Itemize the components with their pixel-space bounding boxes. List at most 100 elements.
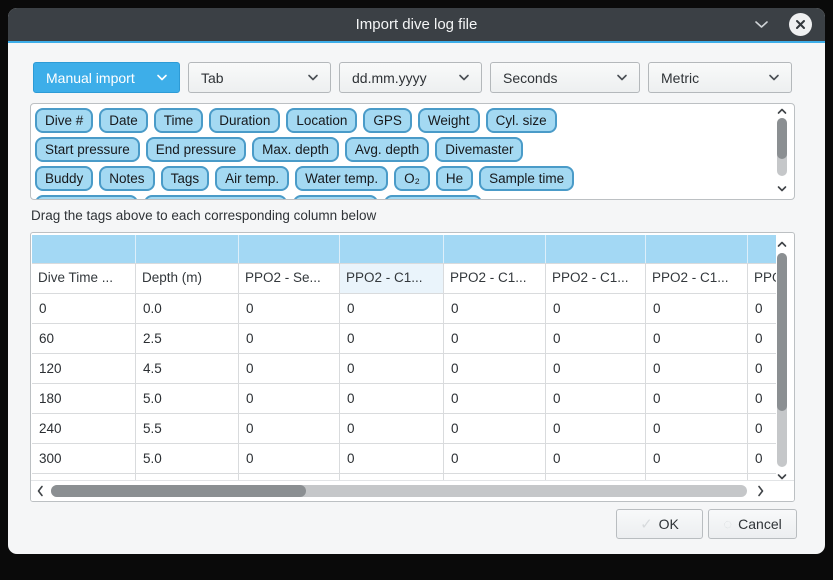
table-cell[interactable]: 0 [340,293,444,323]
combo-tab[interactable]: Tab [188,62,331,93]
table-horizontal-scrollbar[interactable] [31,480,794,501]
column-header[interactable]: Depth (m) [136,264,239,293]
tag-sample-temperature[interactable]: Sample temperature [144,195,286,200]
combo-seconds[interactable]: Seconds [490,62,640,93]
drop-target-cell[interactable] [546,235,646,263]
column-header[interactable]: Dive Time ... [32,264,136,293]
tag-sample-o[interactable]: Sample O₂ [293,195,378,200]
table-cell[interactable]: 0 [32,293,136,323]
table-cell[interactable]: 2.5 [136,323,239,353]
table-cell[interactable]: 5.5 [136,413,239,443]
close-button[interactable] [789,13,812,36]
scrollbar-thumb[interactable] [777,118,787,159]
table-cell[interactable]: 0 [239,443,340,473]
table-cell[interactable]: 0 [748,293,776,323]
column-header[interactable]: PPO2 - Se... [239,264,340,293]
table-cell[interactable]: 0 [646,353,748,383]
table-cell[interactable]: 0 [444,413,546,443]
tag-notes[interactable]: Notes [99,166,154,191]
tag-tags[interactable]: Tags [161,166,210,191]
table-cell[interactable]: 0 [748,323,776,353]
tag-end-pressure[interactable]: End pressure [146,137,246,162]
table-cell[interactable]: 0 [239,323,340,353]
table-cell[interactable]: 5.0 [136,383,239,413]
tag-start-pressure[interactable]: Start pressure [35,137,140,162]
table-cell[interactable]: 0 [239,293,340,323]
table-cell[interactable]: 0 [646,323,748,353]
combo-manual-import[interactable]: Manual import [33,62,180,93]
table-cell[interactable]: 0 [444,383,546,413]
tag-avg-depth[interactable]: Avg. depth [345,137,429,162]
combo-dd-mm-yyyy[interactable]: dd.mm.yyyy [339,62,482,93]
table-cell[interactable]: 0 [748,413,776,443]
column-header[interactable]: PPO2 - C1... [546,264,646,293]
table-cell[interactable]: 0 [239,353,340,383]
chevron-up-icon[interactable] [777,241,787,248]
drop-target-cell[interactable] [646,235,748,263]
table-cell[interactable]: 300 [32,443,136,473]
table-cell[interactable]: 0 [546,353,646,383]
tag-he[interactable]: He [436,166,473,191]
table-cell[interactable]: 0 [444,323,546,353]
combo-metric[interactable]: Metric [648,62,792,93]
table-cell[interactable]: 0 [546,293,646,323]
scrollbar-thumb[interactable] [777,253,787,411]
tag-sample-time[interactable]: Sample time [479,166,574,191]
tag-max-depth[interactable]: Max. depth [252,137,339,162]
chevron-down-icon[interactable] [754,20,769,29]
table-cell[interactable]: 0 [748,383,776,413]
scrollbar-thumb[interactable] [51,485,306,497]
drop-target-cell[interactable] [748,235,776,263]
tag-water-temp[interactable]: Water temp. [295,166,388,191]
table-cell[interactable]: 0.0 [136,293,239,323]
table-cell[interactable]: 0 [646,383,748,413]
table-cell[interactable]: 0 [239,413,340,443]
table-cell[interactable]: 0 [748,353,776,383]
tag-o[interactable]: O₂ [394,166,430,191]
table-cell[interactable]: 120 [32,353,136,383]
table-cell[interactable]: 0 [340,353,444,383]
drop-target-cell[interactable] [32,235,136,263]
tag-gps[interactable]: GPS [363,108,412,133]
table-cell[interactable]: 0 [546,383,646,413]
column-header[interactable]: PPO2 - C1... [340,264,444,293]
tag-date[interactable]: Date [99,108,148,133]
ok-button[interactable]: ✓ OK [616,509,703,539]
tag-buddy[interactable]: Buddy [35,166,93,191]
table-cell[interactable]: 4.5 [136,353,239,383]
tag-sample-depth[interactable]: Sample depth [35,195,138,200]
cancel-button[interactable]: ◌ Cancel [708,509,797,539]
tag-divemaster[interactable]: Divemaster [435,137,523,162]
tag-duration[interactable]: Duration [209,108,280,133]
table-cell[interactable]: 0 [646,413,748,443]
table-cell[interactable]: 240 [32,413,136,443]
tag-dive[interactable]: Dive # [35,108,93,133]
table-cell[interactable]: 0 [748,443,776,473]
drop-target-cell[interactable] [239,235,340,263]
table-cell[interactable]: 0 [646,293,748,323]
table-cell[interactable]: 0 [444,443,546,473]
tag-cyl-size[interactable]: Cyl. size [486,108,557,133]
table-cell[interactable]: 0 [646,443,748,473]
drop-target-cell[interactable] [136,235,239,263]
chevron-down-icon[interactable] [777,185,787,192]
drop-target-cell[interactable] [340,235,444,263]
table-cell[interactable]: 0 [444,293,546,323]
table-cell[interactable]: 0 [546,413,646,443]
tag-location[interactable]: Location [286,108,357,133]
tag-panel-scrollbar[interactable] [774,104,790,199]
chevron-down-icon[interactable] [777,473,787,480]
table-cell[interactable]: 60 [32,323,136,353]
chevron-up-icon[interactable] [777,108,787,115]
tag-air-temp[interactable]: Air temp. [215,166,289,191]
drop-target-cell[interactable] [444,235,546,263]
table-vertical-scrollbar[interactable] [774,237,790,481]
column-header[interactable]: PPO2 - C1... [646,264,748,293]
table-cell[interactable]: 0 [340,413,444,443]
table-cell[interactable]: 0 [340,443,444,473]
tag-time[interactable]: Time [154,108,204,133]
table-cell[interactable]: 5.0 [136,443,239,473]
column-header[interactable]: PPO2 - C1... [444,264,546,293]
tag-sample-cns[interactable]: Sample CNS [384,195,482,200]
table-cell[interactable]: 0 [444,353,546,383]
